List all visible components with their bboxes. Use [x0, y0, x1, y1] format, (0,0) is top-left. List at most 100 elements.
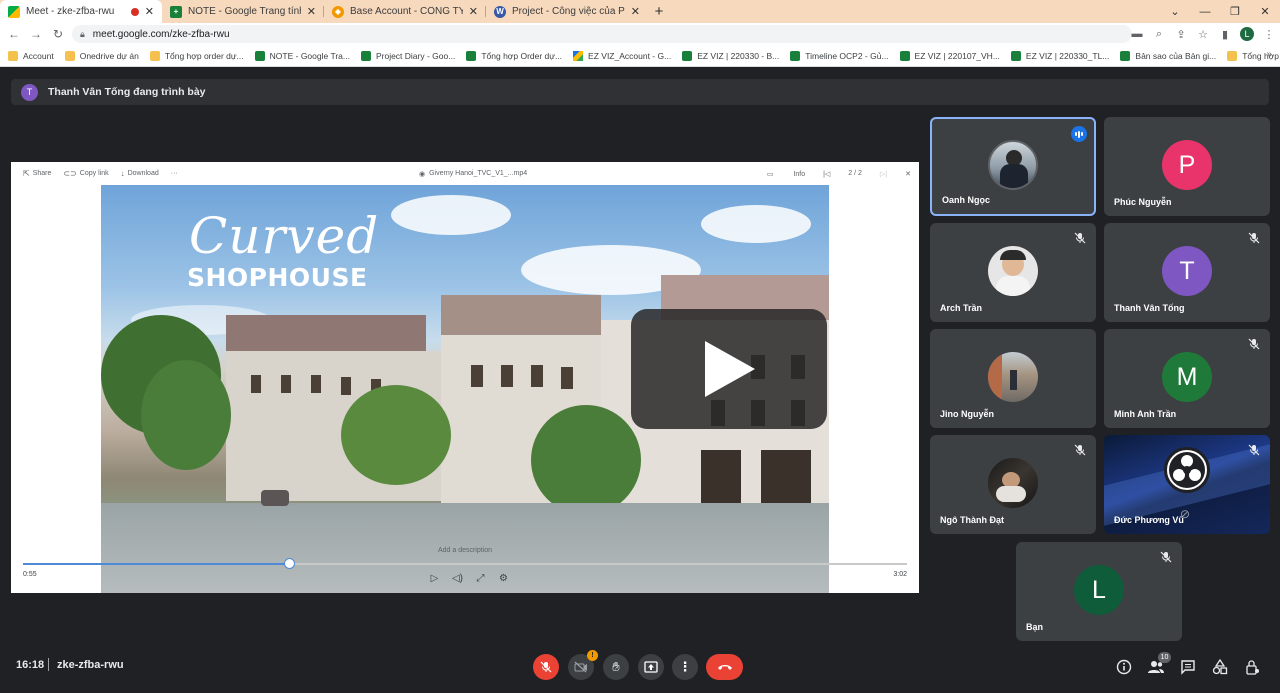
participant-tile[interactable]: Arch Trần	[930, 223, 1096, 322]
next-file-icon[interactable]: ▷|	[880, 170, 887, 178]
reload-icon[interactable]: ↻	[47, 23, 69, 45]
back-icon[interactable]: ←	[3, 23, 25, 45]
participant-name: Minh Anh Trần	[1114, 409, 1177, 419]
bookmark-item[interactable]: EZ VIZ | 220107_VH...	[899, 50, 1000, 61]
window-controls: ⌄ — ❐ ✕	[1160, 0, 1280, 23]
close-window-button[interactable]: ✕	[1250, 0, 1280, 23]
minimize-button[interactable]: —	[1190, 0, 1220, 23]
bookmark-item[interactable]: EZ VIZ | 220330 - B...	[682, 50, 779, 61]
restore-button[interactable]: ❐	[1220, 0, 1250, 23]
bookmark-item[interactable]: Tổng hợp Order dự...	[466, 50, 562, 61]
play-icon[interactable]: ▷	[423, 573, 446, 584]
bookmark-item[interactable]: Tổng hợp order dự...	[149, 50, 244, 61]
video-controls: Add a description 0:55 3:02 ▷ ◁) ⤢ ⚙	[11, 545, 919, 593]
participant-tile[interactable]: Oanh Ngọc	[930, 117, 1096, 216]
activities-button[interactable]	[1208, 655, 1232, 679]
file-name: ◉ Giverny Hanoi_TVC_V1_...mp4	[419, 170, 528, 178]
participant-tile[interactable]: Jino Nguyễn	[930, 329, 1096, 428]
tab-title: Meet - zke-zfba-rwu	[26, 6, 115, 17]
tab-base-account[interactable]: ◆ Base Account - CÔNG TY TNHH ✕	[324, 0, 486, 23]
profile-avatar[interactable]: L	[1240, 27, 1254, 41]
participant-name: Bạn	[1026, 622, 1044, 632]
participant-tile[interactable]: Ngô Thành Đạt	[930, 435, 1096, 534]
tab-meet[interactable]: Meet - zke-zfba-rwu ✕	[0, 0, 162, 23]
shared-screen[interactable]: ⇱ Share ⊂⊃ Copy link ↓ Download ··· ◉ Givern…	[11, 162, 919, 593]
seek-handle[interactable]	[283, 558, 295, 569]
close-icon[interactable]: ✕	[469, 5, 478, 18]
hang-up-icon	[717, 665, 732, 670]
browser-menu-icon[interactable]: ⋮	[1258, 28, 1280, 41]
seek-bar[interactable]	[23, 558, 907, 569]
camera-in-use-icon[interactable]: ▬	[1126, 28, 1148, 40]
fullscreen-icon[interactable]: ⤢	[469, 573, 492, 584]
bookmark-item[interactable]: Bản sao của Bản gi...	[1120, 50, 1216, 61]
toggle-camera-button[interactable]: !	[568, 650, 598, 680]
previous-file-icon[interactable]: |◁	[823, 170, 830, 178]
tab-note-sheet[interactable]: + NOTE - Google Trang tính ✕	[162, 0, 324, 23]
bookmark-item[interactable]: EZ VIZ_Account - G...	[573, 50, 671, 61]
host-controls-button[interactable]	[1240, 655, 1264, 679]
bookmark-star-icon[interactable]: ☆	[1192, 28, 1214, 41]
bookmark-item[interactable]: Project Diary - Goo...	[360, 50, 455, 61]
participant-tile[interactable]: M Minh Anh Trần	[1104, 329, 1270, 428]
bookmark-item[interactable]: Timeline OCP2 - Gủ...	[790, 50, 889, 61]
close-icon[interactable]: ✕	[307, 5, 316, 18]
lock-icon[interactable]: 🔒︎	[80, 29, 85, 40]
bookmark-item[interactable]: Account	[8, 50, 54, 61]
toggle-mic-button[interactable]	[533, 654, 559, 680]
participant-name: Oanh Ngọc	[942, 195, 991, 205]
bookmark-item[interactable]: Tổng hợp ord OCP2	[1227, 50, 1280, 61]
bookmark-item[interactable]: NOTE - Google Tra...	[254, 50, 350, 61]
close-viewer-icon[interactable]: ✕	[905, 170, 911, 178]
side-panel-icon[interactable]: ▮	[1214, 28, 1236, 41]
meet-icon	[8, 5, 20, 18]
sheets-icon	[254, 50, 265, 61]
play-button[interactable]	[631, 309, 827, 429]
meeting-details-button[interactable]	[1112, 655, 1136, 679]
browser-tab-bar: Meet - zke-zfba-rwu ✕ + NOTE - Google Tr…	[0, 0, 1280, 23]
mic-off-icon	[1248, 338, 1260, 350]
present-screen-icon	[644, 661, 658, 673]
more-vert-icon: ⋮	[678, 659, 692, 674]
tab-project[interactable]: W Project - Công việc của Phương ✕	[486, 0, 648, 23]
tab-search-icon[interactable]: ⌄	[1160, 0, 1190, 23]
download-button[interactable]: ↓ Download	[121, 169, 159, 178]
participant-tile[interactable]: P Phúc Nguyễn	[1104, 117, 1270, 216]
sheets-icon	[466, 50, 477, 61]
raise-hand-button[interactable]: ✋︎	[603, 654, 629, 680]
more-bookmarks-icon[interactable]: »	[1266, 49, 1272, 60]
video-frame[interactable]: Curved SHOPHOUSE	[101, 185, 829, 593]
url-field[interactable]: 🔒︎ meet.google.com/zke-zfba-rwu	[72, 25, 1132, 43]
share-icon: ⇱	[23, 169, 30, 178]
self-tile[interactable]: L Bạn	[1016, 542, 1182, 641]
forward-icon[interactable]: →	[25, 23, 47, 45]
settings-icon[interactable]: ⚙	[492, 573, 515, 584]
video-script-title: Curved	[189, 207, 380, 265]
share-icon[interactable]: ⇪	[1170, 28, 1192, 41]
page-counter: 2 / 2	[848, 170, 862, 177]
chat-button[interactable]	[1176, 655, 1200, 679]
zoom-icon[interactable]: ⌕	[1148, 28, 1170, 41]
info-button[interactable]: ▭ Info	[767, 170, 805, 178]
volume-icon[interactable]: ◁)	[446, 573, 469, 584]
activities-icon	[1212, 659, 1228, 675]
people-button[interactable]: 10	[1144, 652, 1171, 679]
participant-tile[interactable]: T Thanh Vân Tống	[1104, 223, 1270, 322]
bookmark-item[interactable]: EZ VIZ | 220330_TL...	[1010, 50, 1109, 61]
more-options-button[interactable]: ···	[171, 170, 178, 177]
bookmark-item[interactable]: Onedrive dự án	[64, 50, 139, 61]
participant-tile[interactable]: ⊘ Đức Phương Vũ	[1104, 435, 1270, 534]
description-field[interactable]: Add a description	[11, 547, 919, 554]
more-options-button[interactable]: ⋮	[672, 654, 698, 680]
leave-call-button[interactable]	[706, 654, 743, 680]
link-icon: ⊂⊃	[63, 169, 77, 178]
tab-title: NOTE - Google Trang tính	[188, 6, 301, 17]
folder-icon	[8, 50, 18, 61]
new-tab-button[interactable]: +	[648, 0, 670, 23]
share-button[interactable]: ⇱ Share	[23, 169, 51, 178]
close-icon[interactable]: ✕	[145, 5, 154, 18]
base-icon: ◆	[332, 5, 344, 18]
copy-link-button[interactable]: ⊂⊃ Copy link	[63, 169, 108, 178]
close-icon[interactable]: ✕	[631, 5, 640, 18]
present-now-button[interactable]	[638, 654, 664, 680]
